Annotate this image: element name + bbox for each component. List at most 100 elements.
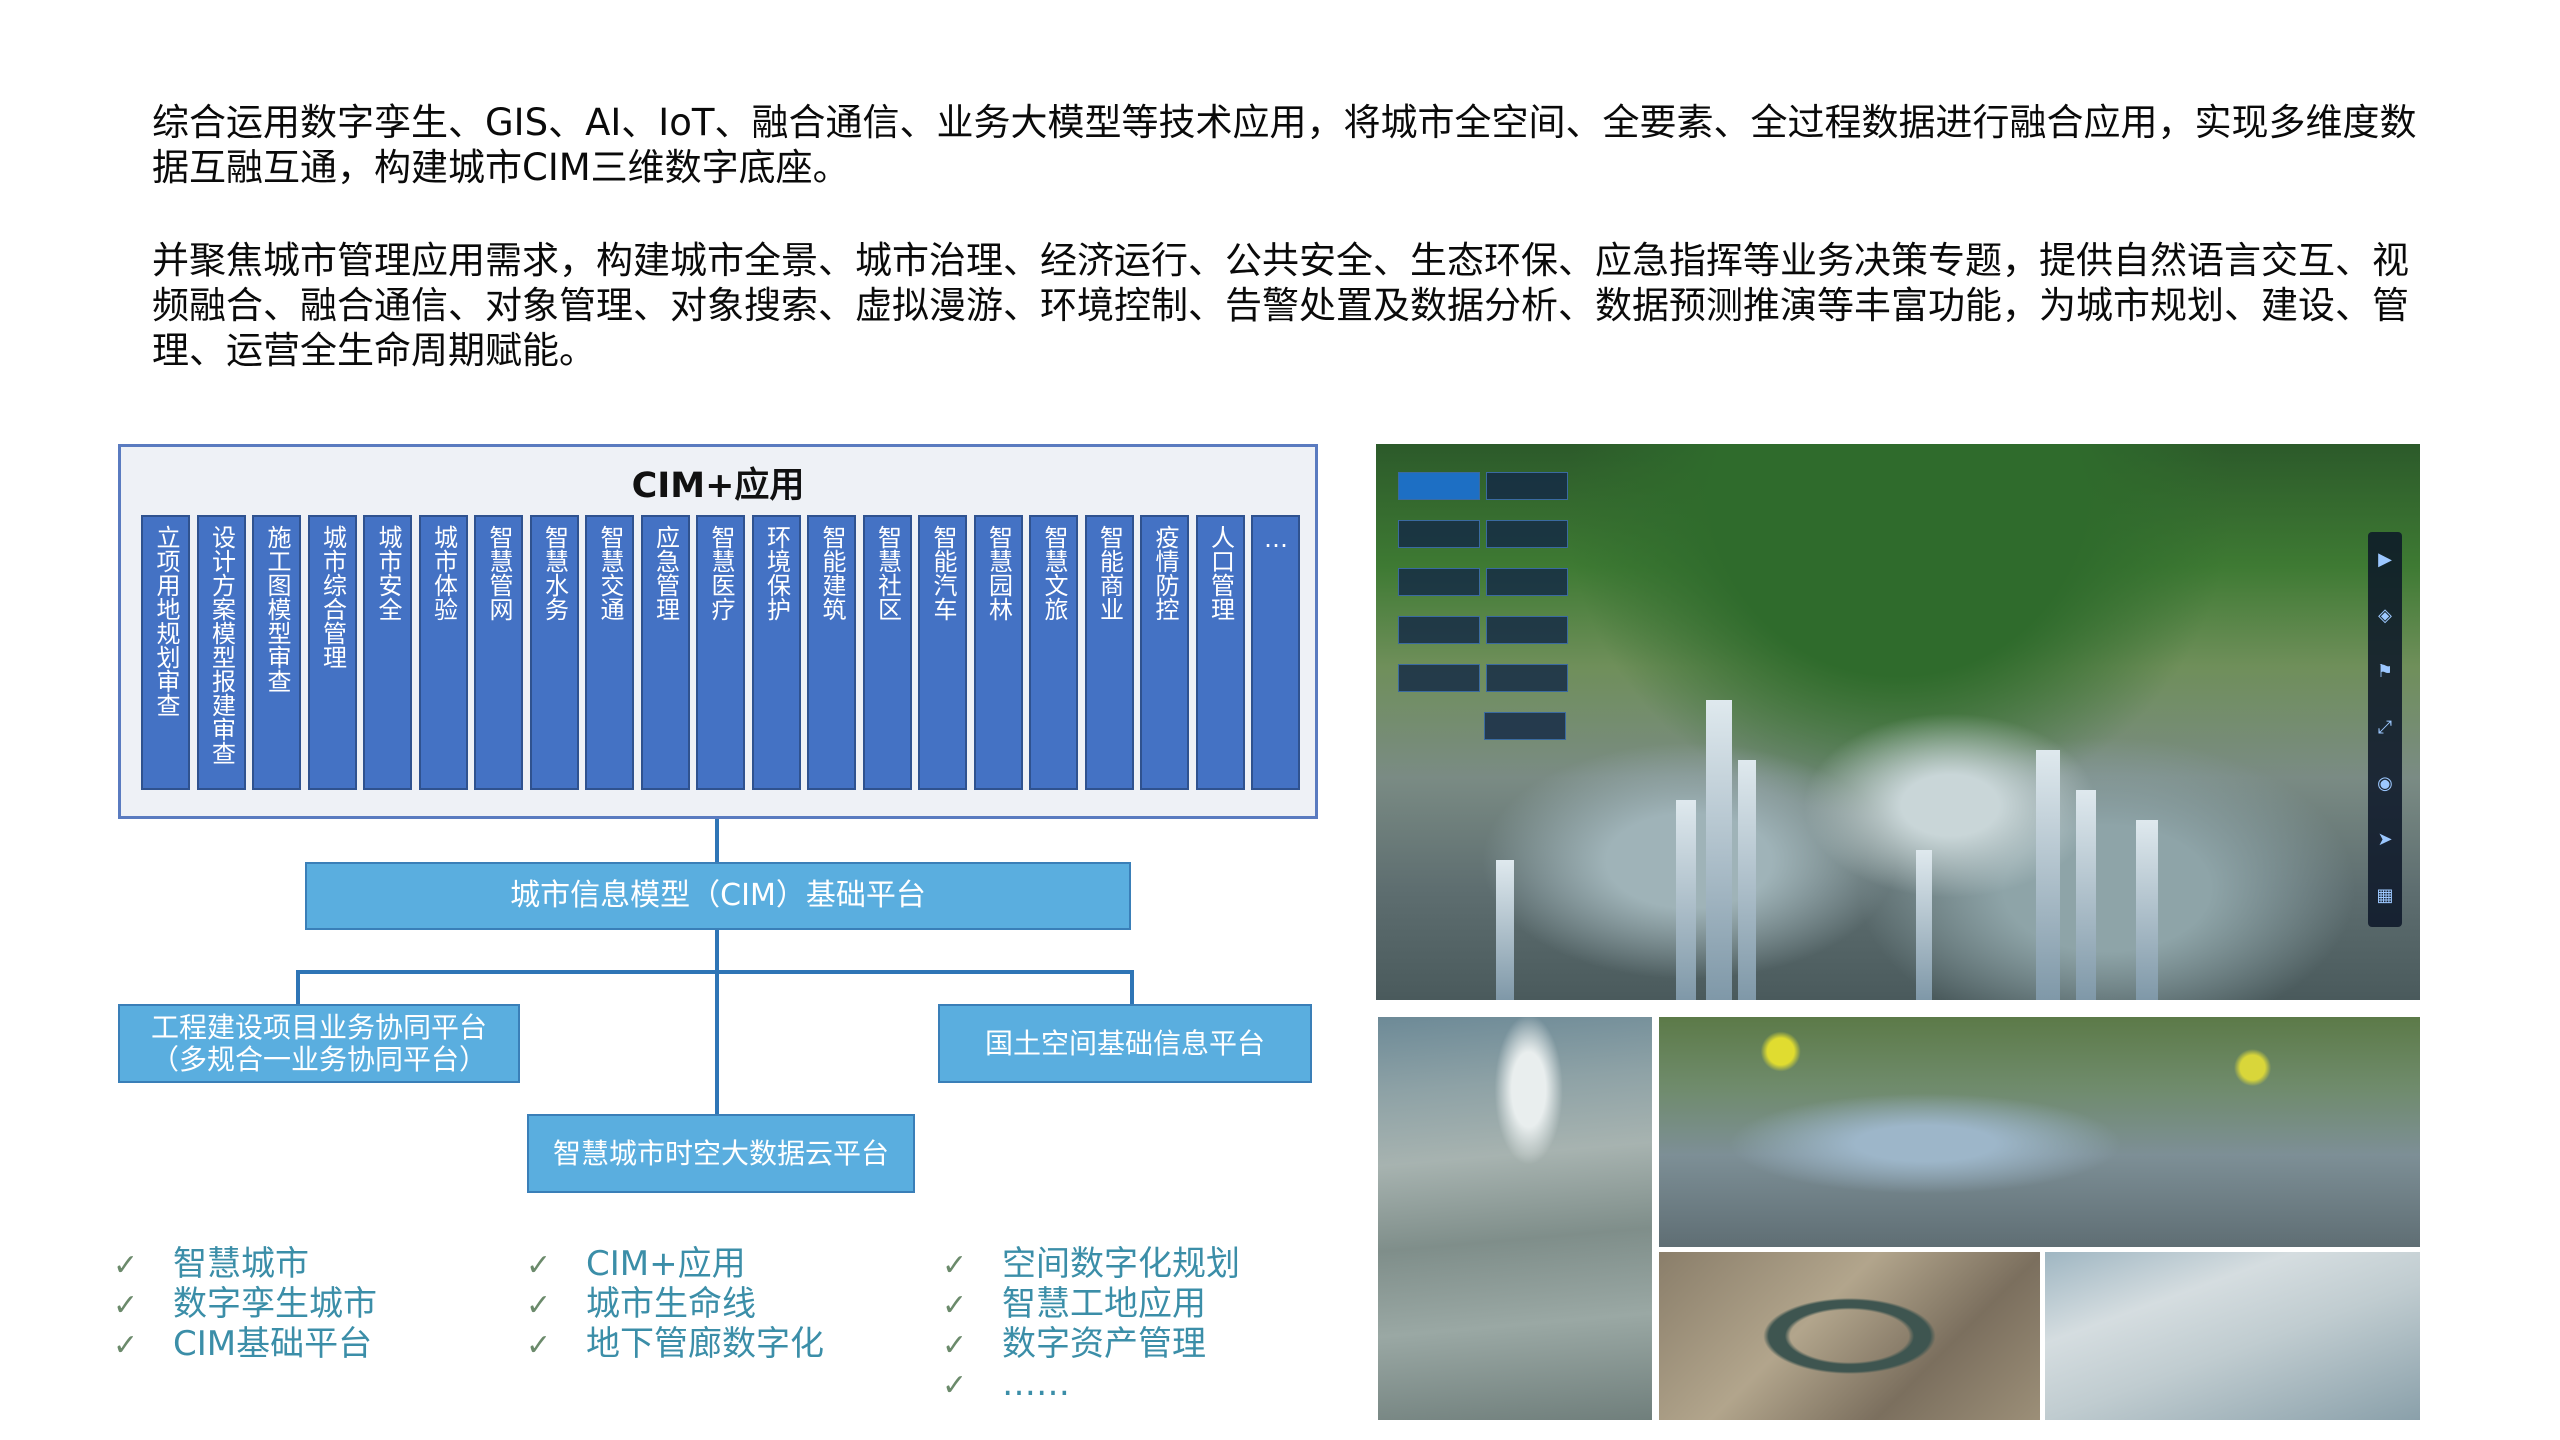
application-column: 智能建筑	[807, 515, 856, 790]
checklist-item-label: CIM基础平台	[173, 1324, 373, 1364]
application-label: 设计方案模型报建审查	[207, 525, 236, 765]
application-label: 环境保护	[762, 525, 791, 621]
intro-paragraph-2: 并聚焦城市管理应用需求，构建城市全景、城市治理、经济运行、公共安全、生态环保、应…	[152, 239, 2409, 372]
checklist-item: ✓ CIM+应用	[526, 1245, 824, 1285]
scene-menu-item[interactable]	[1398, 568, 1480, 596]
scene-menu-item[interactable]	[1486, 520, 1568, 548]
application-column: 智能汽车	[918, 515, 967, 790]
application-column: 智慧社区	[862, 515, 912, 790]
application-columns: 立项用地规划审查 设计方案模型报建审查 施工图模型审查 城市综合管理 城市安全 城市体验智…	[141, 515, 1300, 790]
checklist-item: ✓ 城市生命线	[526, 1285, 824, 1325]
application-label: …	[1262, 525, 1290, 553]
checkmark-icon: ✓	[113, 1248, 139, 1283]
application-label: 智能汽车	[929, 525, 957, 621]
connector-line	[1130, 970, 1134, 1004]
application-column: 人口管理	[1195, 515, 1245, 790]
application-column: 智慧医疗	[696, 515, 745, 790]
checkmark-icon: ✓	[942, 1248, 968, 1283]
layer-icon[interactable]: ◈	[2368, 588, 2402, 644]
engineering-collaboration-platform: 工程建设项目业务协同平台 （多规合一业务协同平台）	[118, 1004, 520, 1083]
checkmark-icon: ✓	[942, 1288, 968, 1323]
application-label: 城市安全	[374, 525, 402, 621]
connector-line	[715, 819, 719, 862]
application-column: 智慧文旅	[1029, 515, 1078, 790]
application-label: 智慧水务	[540, 525, 569, 621]
city-aerial-image-white-model	[2045, 1252, 2420, 1420]
checklist-col2: ✓ CIM+应用 ✓ 城市生命线 ✓ 地下管廊数字化	[526, 1245, 824, 1365]
expand-icon[interactable]: ⤢	[2368, 700, 2402, 756]
connector-line	[296, 970, 1134, 974]
checklist-item-label: 智慧城市	[173, 1244, 309, 1284]
scene-menu	[1398, 472, 1578, 760]
cim-applications-title: CIM+应用	[631, 466, 805, 506]
application-label: 城市体验	[429, 525, 458, 621]
application-column: 城市综合管理	[307, 515, 357, 790]
checklist-item-label: CIM+应用	[586, 1244, 746, 1284]
scene-menu-item[interactable]	[1398, 472, 1480, 500]
checklist-item-label: 地下管廊数字化	[586, 1324, 824, 1364]
land-space-info-platform: 国土空间基础信息平台	[938, 1004, 1312, 1083]
intro-paragraph-1: 综合运用数字孪生、GIS、AI、IoT、融合通信、业务大模型等技术应用，将城市全…	[152, 101, 2417, 189]
checklist-item: ✓ 空间数字化规划	[942, 1245, 1240, 1285]
scene-menu-item[interactable]	[1486, 664, 1568, 692]
application-label: 应急管理	[651, 525, 680, 621]
application-column: 环境保护	[751, 515, 801, 790]
location-icon[interactable]: ◉	[2368, 756, 2402, 812]
connector-line	[296, 970, 300, 1004]
play-icon[interactable]: ▶	[2368, 532, 2402, 588]
application-label: 智慧社区	[873, 525, 902, 621]
checkmark-icon: ✓	[113, 1328, 139, 1363]
application-label: 疫情防控	[1151, 525, 1179, 621]
checklist-item: ✓ 数字资产管理	[942, 1325, 1240, 1365]
application-label: 智慧园林	[984, 525, 1013, 621]
application-label: 智慧交通	[596, 525, 624, 621]
engineering-platform-line2: （多规合一业务协同平台）	[150, 1042, 487, 1076]
checkmark-icon: ✓	[113, 1288, 139, 1323]
grid-icon[interactable]: ▦	[2368, 868, 2402, 924]
scene-menu-item[interactable]	[1484, 712, 1566, 740]
send-icon[interactable]: ➤	[2368, 812, 2402, 868]
city-aerial-image-river-bend	[1659, 1252, 2040, 1420]
checklist-item: ✓ CIM基础平台	[113, 1325, 377, 1365]
checklist-item-label: 数字资产管理	[1002, 1324, 1206, 1364]
application-column: 智慧交通	[585, 515, 634, 790]
application-column: 设计方案模型报建审查	[196, 515, 246, 790]
checkmark-icon: ✓	[942, 1328, 968, 1363]
checkmark-icon: ✓	[942, 1368, 968, 1403]
scene-menu-item[interactable]	[1486, 616, 1568, 644]
application-column: 疫情防控	[1140, 515, 1189, 790]
application-label: 智能建筑	[818, 525, 846, 621]
city-aerial-image-harbor	[1378, 1017, 1652, 1420]
checklist-col3: ✓ 空间数字化规划 ✓ 智慧工地应用 ✓ 数字资产管理 ✓ ……	[942, 1245, 1240, 1405]
application-column: 城市体验	[418, 515, 468, 790]
cim-applications-box: CIM+应用 立项用地规划审查 设计方案模型报建审查 施工图模型审查 城市综合管理 城市…	[118, 444, 1318, 819]
application-label: 城市综合管理	[318, 525, 347, 669]
scene-menu-item[interactable]	[1398, 520, 1480, 548]
application-column: 智慧水务	[529, 515, 579, 790]
checklist-item-label: 城市生命线	[586, 1284, 756, 1324]
checklist-item-label: ……	[1002, 1364, 1070, 1404]
application-column: 智慧园林	[973, 515, 1023, 790]
application-column: …	[1251, 515, 1300, 790]
application-column: 城市安全	[363, 515, 412, 790]
engineering-platform-line1: 工程建设项目业务协同平台	[150, 1010, 487, 1044]
scene-toolbar: ▶ ◈ ⚑ ⤢ ◉ ➤ ▦	[2368, 532, 2402, 927]
checklist-item-label: 数字孪生城市	[173, 1284, 377, 1324]
scene-menu-item[interactable]	[1398, 616, 1480, 644]
checklist-item: ✓ 地下管廊数字化	[526, 1325, 824, 1365]
checklist-item-label: 空间数字化规划	[1002, 1244, 1240, 1284]
scene-menu-item[interactable]	[1398, 664, 1480, 692]
checklist-item: ✓ 智慧城市	[113, 1245, 377, 1285]
application-column: 智慧管网	[474, 515, 523, 790]
connector-line	[715, 930, 719, 1114]
scene-menu-item[interactable]	[1486, 568, 1568, 596]
city-3d-render-image: ▶ ◈ ⚑ ⤢ ◉ ➤ ▦	[1376, 444, 2420, 1000]
flag-icon[interactable]: ⚑	[2368, 644, 2402, 700]
checklist-item-label: 智慧工地应用	[1002, 1284, 1206, 1324]
application-label: 智慧医疗	[707, 525, 735, 621]
checklist-col1: ✓ 智慧城市 ✓ 数字孪生城市 ✓ CIM基础平台	[113, 1245, 377, 1365]
city-aerial-image-downtown	[1659, 1017, 2420, 1247]
cim-base-platform: 城市信息模型（CIM）基础平台	[305, 862, 1131, 930]
scene-menu-item[interactable]	[1486, 472, 1568, 500]
application-label: 立项用地规划审查	[152, 525, 180, 717]
